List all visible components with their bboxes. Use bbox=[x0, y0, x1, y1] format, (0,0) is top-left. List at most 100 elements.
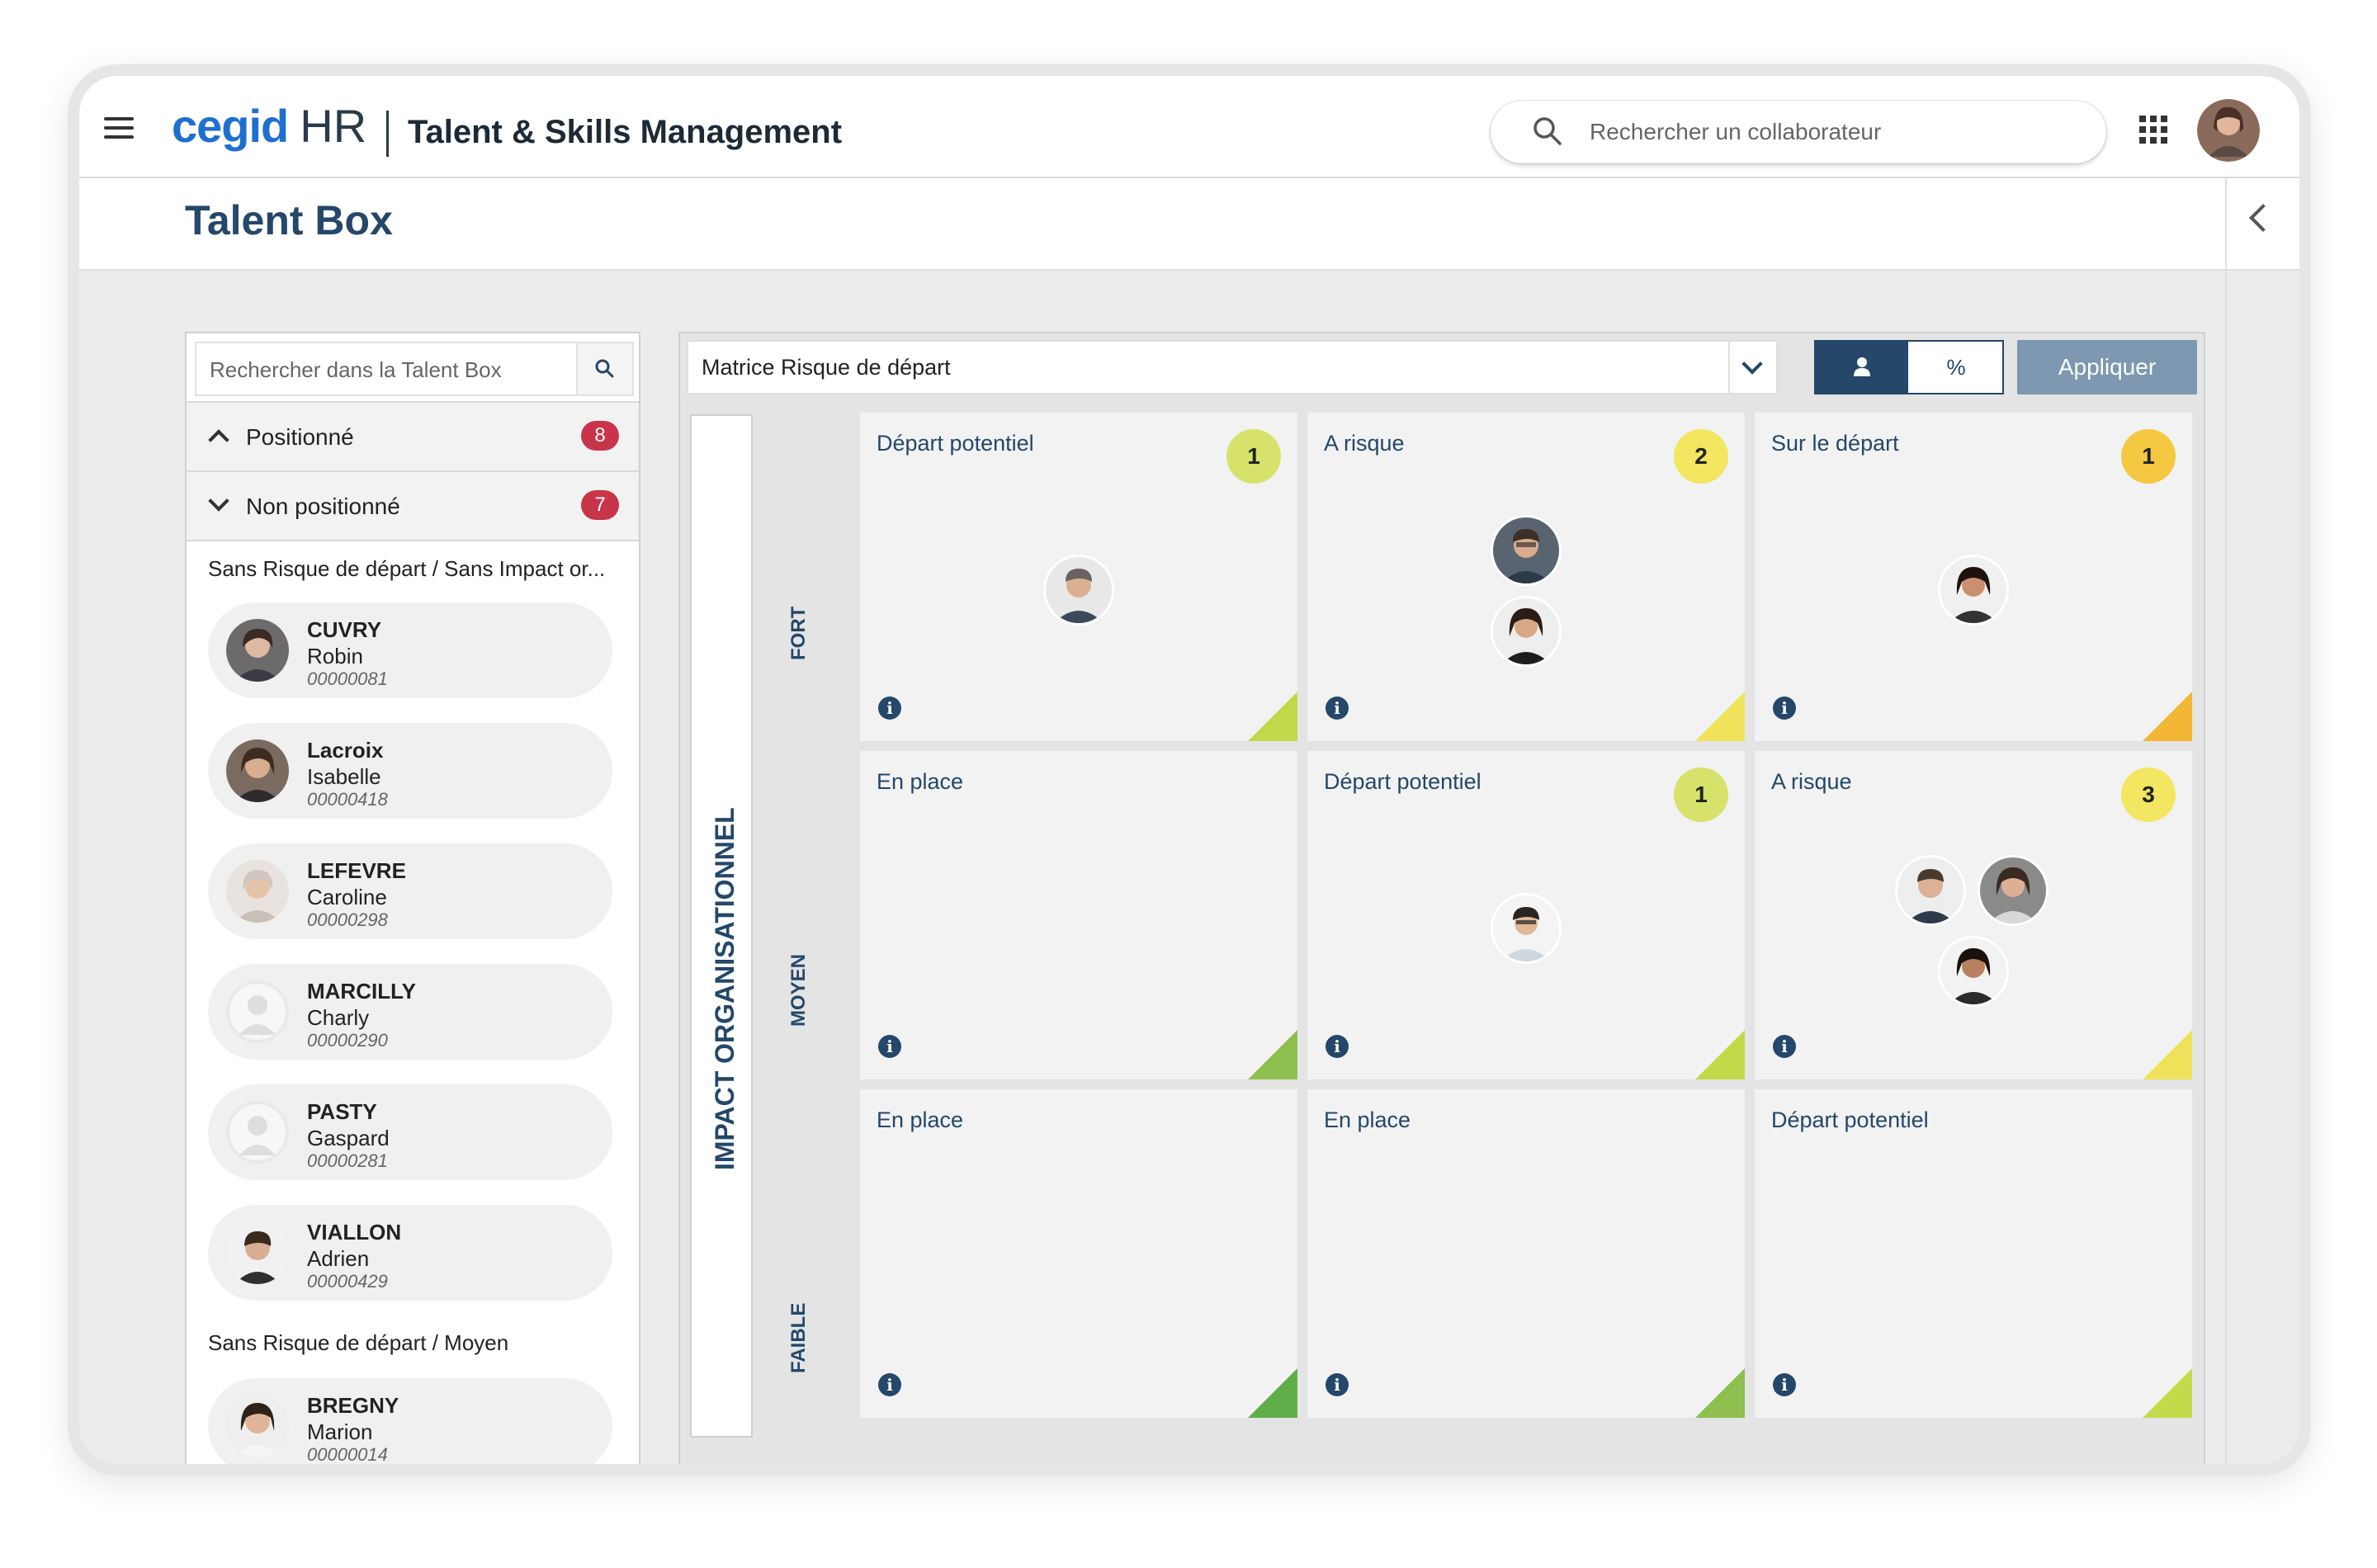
chevron-left-icon bbox=[2249, 204, 2277, 232]
avatar[interactable] bbox=[1978, 855, 2049, 926]
last-name: MARCILLY bbox=[307, 979, 416, 1004]
employee-id: 00000298 bbox=[307, 909, 388, 930]
talent-box-search-input[interactable]: Rechercher dans la Talent Box bbox=[210, 357, 502, 383]
risk-corner bbox=[1695, 1030, 1745, 1079]
risk-corner bbox=[1248, 692, 1297, 741]
person-card[interactable]: BREGNY Marion 00000014 bbox=[208, 1378, 612, 1464]
chevron-up-icon bbox=[208, 429, 229, 451]
section-label: Sans Risque de départ / Moyen bbox=[208, 1330, 509, 1355]
chevron-down-icon bbox=[208, 490, 229, 512]
person-card[interactable]: LEFEVRE Caroline 00000298 bbox=[208, 843, 612, 939]
row-label-faible: FAIBLE bbox=[787, 1302, 810, 1373]
last-name: VIALLON bbox=[307, 1220, 402, 1244]
employee-id: 00000081 bbox=[307, 668, 388, 689]
person-card[interactable]: PASTY Gaspard 00000281 bbox=[208, 1084, 612, 1180]
group-positionne[interactable]: Positionné 8 bbox=[187, 401, 639, 470]
info-icon[interactable]: i bbox=[1773, 1035, 1796, 1058]
last-name: Lacroix bbox=[307, 738, 384, 763]
toggle-percent-button[interactable]: % bbox=[1910, 342, 2002, 393]
cell-count-badge: 1 bbox=[2121, 429, 2176, 484]
matrix-cell[interactable]: A risque 2 i bbox=[1307, 413, 1745, 741]
avatar[interactable] bbox=[1043, 555, 1114, 626]
info-icon[interactable]: i bbox=[878, 697, 901, 720]
chevron-down-icon[interactable] bbox=[1728, 342, 1776, 393]
info-icon[interactable]: i bbox=[1326, 1373, 1349, 1396]
risk-corner bbox=[2143, 1030, 2192, 1079]
display-mode-toggle: % bbox=[1814, 340, 2004, 394]
avatar[interactable] bbox=[1938, 936, 2009, 1007]
avatar bbox=[226, 1221, 289, 1284]
collapse-panel-button[interactable] bbox=[2225, 178, 2299, 269]
search-icon bbox=[595, 359, 614, 378]
person-card[interactable]: MARCILLY Charly 00000290 bbox=[208, 964, 612, 1060]
avatar-placeholder bbox=[226, 980, 289, 1043]
avatar[interactable] bbox=[1491, 596, 1562, 667]
toggle-people-button[interactable] bbox=[1816, 342, 1908, 393]
talent-box-search[interactable]: Rechercher dans la Talent Box bbox=[195, 342, 634, 396]
info-icon[interactable]: i bbox=[1773, 1373, 1796, 1396]
first-name: Robin bbox=[307, 644, 363, 668]
cell-count-badge: 1 bbox=[1674, 767, 1728, 822]
top-bar: cegid HR Talent & Skills Management Reche… bbox=[79, 76, 2299, 178]
info-icon[interactable]: i bbox=[878, 1035, 901, 1058]
matrix-cell[interactable]: Départ potentiel 1 i bbox=[1307, 751, 1745, 1079]
section-label: Sans Risque de départ / Sans Impact or..… bbox=[208, 556, 606, 581]
collaborator-search[interactable]: Rechercher un collaborateur bbox=[1491, 101, 2106, 163]
page-header: Talent Box bbox=[79, 178, 2299, 271]
avatar[interactable] bbox=[1938, 555, 2009, 626]
avatar-placeholder bbox=[226, 1101, 289, 1164]
last-name: LEFEVRE bbox=[307, 858, 406, 883]
employee-id: 00000014 bbox=[307, 1444, 388, 1464]
menu-icon[interactable] bbox=[104, 117, 134, 139]
person-card[interactable]: CUVRY Robin 00000081 bbox=[208, 602, 612, 698]
search-icon bbox=[1533, 117, 1562, 145]
search-input[interactable]: Rechercher un collaborateur bbox=[1590, 119, 1881, 145]
risk-corner bbox=[1248, 1030, 1297, 1079]
app-title: Talent & Skills Management bbox=[408, 114, 843, 150]
talent-box-search-button[interactable] bbox=[576, 343, 632, 394]
cell-title: Départ potentiel bbox=[1324, 769, 1481, 794]
person-icon bbox=[1854, 357, 1870, 376]
apply-button[interactable]: Appliquer bbox=[2017, 340, 2197, 394]
cell-count-badge: 3 bbox=[2121, 767, 2176, 822]
cell-title: En place bbox=[877, 769, 964, 794]
first-name: Marion bbox=[307, 1419, 373, 1444]
avatar[interactable] bbox=[1895, 855, 1966, 926]
matrix-cell[interactable]: En place i bbox=[860, 1089, 1297, 1418]
info-icon[interactable]: i bbox=[1326, 697, 1349, 720]
matrix-cell[interactable]: Départ potentiel 1 i bbox=[860, 413, 1297, 741]
page-title: Talent Box bbox=[185, 197, 393, 243]
info-icon[interactable]: i bbox=[878, 1373, 901, 1396]
employee-id: 00000281 bbox=[307, 1150, 388, 1171]
right-rail-divider bbox=[2225, 269, 2227, 1464]
matrix-cell[interactable]: A risque 3 i bbox=[1755, 751, 2192, 1079]
matrix-cell[interactable]: Sur le départ 1 i bbox=[1755, 413, 2192, 741]
divider bbox=[187, 540, 639, 541]
info-icon[interactable]: i bbox=[1773, 697, 1796, 720]
group-non-positionne[interactable]: Non positionné 7 bbox=[187, 470, 639, 540]
matrix-cell[interactable]: En place i bbox=[1307, 1089, 1745, 1418]
first-name: Adrien bbox=[307, 1246, 370, 1271]
avatar bbox=[226, 1395, 289, 1457]
user-avatar[interactable] bbox=[2197, 99, 2260, 162]
matrix-select[interactable]: Matrice Risque de départ bbox=[687, 340, 1778, 394]
info-icon[interactable]: i bbox=[1326, 1035, 1349, 1058]
matrix-cell[interactable]: Départ potentiel i bbox=[1755, 1089, 2192, 1418]
brand-logo[interactable]: cegid HR bbox=[172, 99, 366, 153]
apps-grid-icon[interactable] bbox=[2139, 116, 2167, 144]
logo-divider bbox=[386, 111, 389, 157]
y-axis-title: IMPACT ORGANISATIONNEL bbox=[710, 807, 740, 1170]
row-label-moyen: MOYEN bbox=[787, 953, 810, 1027]
risk-corner bbox=[1695, 1368, 1745, 1418]
last-name: PASTY bbox=[307, 1099, 377, 1124]
matrix-cell[interactable]: En place i bbox=[860, 751, 1297, 1079]
matrix-select-value: Matrice Risque de départ bbox=[702, 355, 951, 380]
avatar[interactable] bbox=[1491, 515, 1562, 586]
person-card[interactable]: Lacroix Isabelle 00000418 bbox=[208, 723, 612, 819]
count-badge: 8 bbox=[581, 421, 619, 451]
avatar[interactable] bbox=[1491, 893, 1562, 964]
person-card[interactable]: VIALLON Adrien 00000429 bbox=[208, 1205, 612, 1301]
first-name: Charly bbox=[307, 1005, 370, 1030]
avatar bbox=[226, 619, 289, 682]
group-label: Non positionné bbox=[246, 494, 400, 519]
